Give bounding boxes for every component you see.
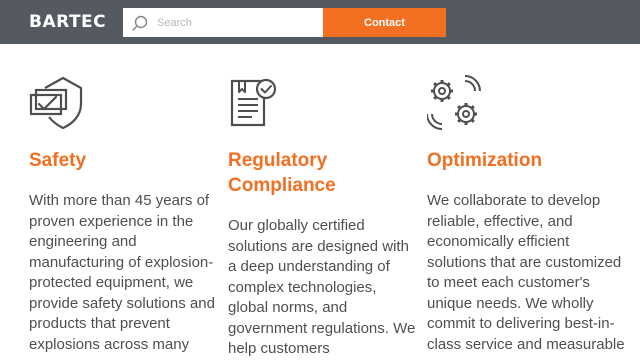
feature-safety: Safety With more than 45 years of proven…	[29, 74, 215, 353]
bartec-logo[interactable]: BARTEC	[29, 12, 106, 32]
feature-title-line: Compliance	[228, 175, 336, 196]
search-icon	[132, 15, 148, 31]
search-input[interactable]	[157, 11, 317, 34]
certificate-icon	[230, 78, 277, 127]
feature-description: With more than 45 years of proven experi…	[29, 192, 215, 353]
shield-check-icon	[29, 76, 83, 130]
feature-title: Safety	[29, 150, 87, 171]
feature-regulatory-compliance: Regulatory Compliance Our globally certi…	[228, 74, 415, 357]
feature-title-line: Regulatory	[228, 150, 328, 171]
feature-description: We collaborate to develop reliable, effe…	[427, 192, 625, 353]
feature-description: Our globally certified solutions are des…	[228, 217, 416, 357]
feature-title: Optimization	[427, 150, 543, 171]
feature-optimization: Optimization We collaborate to develop r…	[427, 74, 625, 353]
search-bar[interactable]	[123, 8, 323, 37]
contact-button[interactable]: Contact	[323, 8, 446, 37]
gears-signal-icon	[427, 75, 481, 130]
site-header: BARTEC Contact	[0, 0, 640, 44]
feature-title: Regulatory Compliance	[228, 148, 336, 198]
